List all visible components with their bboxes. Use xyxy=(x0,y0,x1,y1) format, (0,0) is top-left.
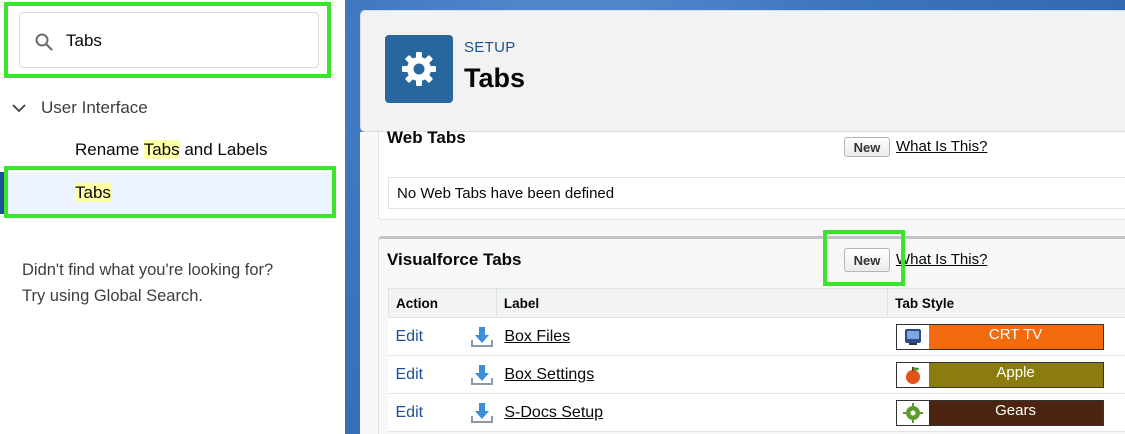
web-tabs-what-is-this-link[interactable]: What Is This? xyxy=(896,138,987,155)
visualforce-tabs-title: Visualforce Tabs xyxy=(387,250,522,269)
setup-gear-tile xyxy=(385,35,453,103)
search-match-highlight: Tabs xyxy=(143,140,180,159)
download-icon xyxy=(471,403,494,423)
column-header-label: Label xyxy=(495,288,889,318)
tab-style-chip: Gears xyxy=(895,399,1104,426)
chevron-down-icon[interactable] xyxy=(10,99,28,117)
search-match-highlight: Tabs xyxy=(75,183,111,202)
item-suffix: and Labels xyxy=(179,140,268,159)
download-icon xyxy=(471,327,494,347)
gear-icon xyxy=(402,52,436,86)
sidebar-item-rename-tabs-and-labels[interactable]: Rename Tabs and Labels xyxy=(75,140,268,160)
edit-link[interactable]: Edit xyxy=(389,404,424,421)
selected-indicator xyxy=(0,172,5,214)
page-header: SETUP Tabs xyxy=(360,10,1125,132)
sidebar-item-tabs[interactable]: Tabs xyxy=(75,183,111,203)
setup-sidebar: User Interface Rename Tabs and Labels Ta… xyxy=(0,0,345,434)
column-header-action: Action xyxy=(388,288,497,318)
visualforce-tabs-section: Visualforce Tabs New What Is This? Actio… xyxy=(378,236,1125,434)
gears-icon xyxy=(896,400,929,425)
visualforce-tabs-what-is-this-link[interactable]: What Is This? xyxy=(896,251,987,268)
edit-link[interactable]: Edit xyxy=(389,366,424,383)
web-tabs-title: Web Tabs xyxy=(387,128,466,147)
quick-find-input[interactable] xyxy=(66,27,306,55)
item-prefix: Rename xyxy=(75,140,144,159)
tree-node-label: User Interface xyxy=(41,98,148,117)
sidebar-item-tabs-selected-row[interactable] xyxy=(0,172,334,214)
tab-style-name: Gears xyxy=(928,400,1103,425)
tab-label-link[interactable]: Box Files xyxy=(496,328,570,345)
web-tabs-new-button[interactable]: New xyxy=(844,137,890,157)
visualforce-tabs-table: Action Label Tab Style Edit Box Files CR… xyxy=(388,288,1125,432)
tab-label-link[interactable]: S-Docs Setup xyxy=(496,404,603,421)
tab-style-name: CRT TV xyxy=(928,324,1103,349)
search-icon xyxy=(35,33,53,51)
web-tabs-empty-message: No Web Tabs have been defined xyxy=(388,177,1125,209)
quick-find-box[interactable] xyxy=(19,12,319,68)
tree-node-user-interface[interactable]: User Interface xyxy=(10,96,148,120)
main-panel: SETUP Tabs Web Tabs New What Is This? No… xyxy=(345,0,1125,434)
edit-link[interactable]: Edit xyxy=(389,328,424,345)
table-row: Edit Box Settings Apple xyxy=(388,355,1125,394)
page-title: Tabs xyxy=(464,63,526,93)
breadcrumb: SETUP xyxy=(464,39,516,56)
table-row: Edit S-Docs Setup Gears xyxy=(388,393,1125,432)
visualforce-tabs-new-button[interactable]: New xyxy=(844,248,890,272)
table-header-row: Action Label Tab Style xyxy=(388,288,1125,318)
not-found-line-2: Try using Global Search. xyxy=(22,287,203,305)
web-tabs-section: Web Tabs New What Is This? No Web Tabs h… xyxy=(378,128,1125,220)
tab-style-name: Apple xyxy=(928,362,1103,387)
apple-icon xyxy=(896,362,929,387)
tv-icon xyxy=(896,324,929,349)
tab-style-chip: CRT TV xyxy=(895,323,1104,350)
column-header-tab-style: Tab Style xyxy=(887,288,1125,318)
content-area: Web Tabs New What Is This? No Web Tabs h… xyxy=(360,128,1125,434)
tab-style-chip: Apple xyxy=(895,361,1104,388)
tab-label-link[interactable]: Box Settings xyxy=(496,366,594,383)
download-icon xyxy=(471,365,494,385)
not-found-message: Didn't find what you're looking for? Try… xyxy=(22,257,273,309)
table-row: Edit Box Files CRT TV xyxy=(388,317,1125,356)
not-found-line-1: Didn't find what you're looking for? xyxy=(22,261,274,279)
